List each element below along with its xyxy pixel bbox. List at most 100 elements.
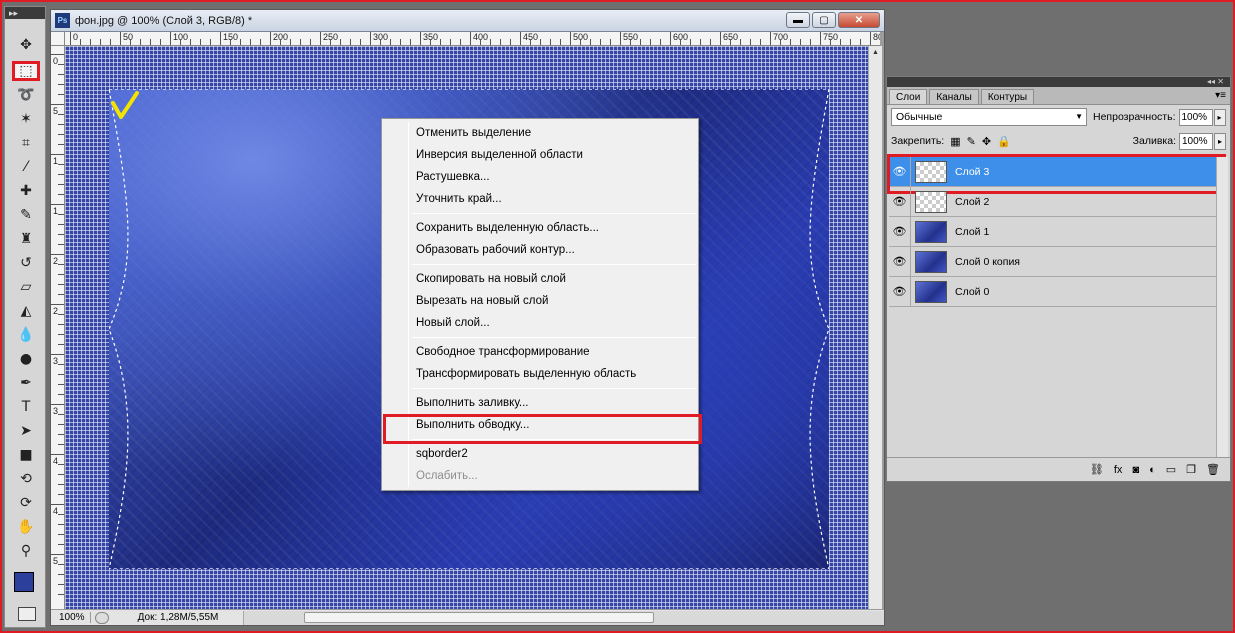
lock-transparency-icon[interactable]: ▦ [950, 135, 960, 148]
menu-item[interactable]: Выполнить заливку... [382, 392, 698, 414]
layers-panel-header[interactable]: ◂◂ ✕ [887, 77, 1230, 87]
layer-name[interactable]: Слой 1 [955, 226, 989, 238]
menu-item[interactable]: Вырезать на новый слой [382, 290, 698, 312]
visibility-eye-icon[interactable]: 👁 [889, 277, 911, 306]
ruler-minor-tick [480, 39, 481, 45]
visibility-eye-icon[interactable]: 👁 [889, 187, 911, 216]
horizontal-ruler[interactable]: 0 50 100 150 200 250 300 350 400 450 500 550 600 650 7… [65, 32, 880, 46]
fill-input[interactable]: 100% [1179, 132, 1213, 150]
menu-item[interactable]: sqborder2 [382, 443, 698, 465]
brush-icon[interactable]: ✎ [12, 205, 40, 225]
eyedropper-icon[interactable]: ⁄ [12, 157, 40, 177]
layer-row[interactable]: 👁 Слой 1 [889, 217, 1217, 247]
vertical-scrollbar[interactable]: ▲ [868, 46, 882, 609]
menu-item[interactable]: Трансформировать выделенную область [382, 363, 698, 385]
ruler-minor-tick [58, 464, 64, 465]
menu-item[interactable]: Инверсия выделенной области [382, 144, 698, 166]
menu-item[interactable]: Уточнить край... [382, 188, 698, 210]
ruler-origin[interactable] [51, 32, 65, 46]
layers-scrollbar[interactable] [1216, 157, 1228, 457]
fx-icon[interactable]: fx [1114, 464, 1123, 476]
zoom-level[interactable]: 100% [51, 612, 91, 623]
menu-item[interactable]: Выполнить обводку... [382, 414, 702, 444]
history-brush-icon[interactable]: ↺ [12, 253, 40, 273]
lock-pixels-icon[interactable]: ✎ [967, 135, 976, 148]
menu-item[interactable]: Сохранить выделенную область... [382, 217, 698, 239]
menu-item[interactable]: Отменить выделение [382, 122, 698, 144]
layer-name[interactable]: Слой 3 [955, 166, 989, 178]
3d-orbit-icon[interactable]: ⟳ [12, 493, 40, 513]
lock-position-icon[interactable]: ✥ [982, 135, 991, 148]
shape-icon[interactable]: ■ [12, 445, 40, 465]
link-icon[interactable]: ⛓ [1090, 463, 1104, 476]
ruler-minor-tick [160, 39, 161, 45]
visibility-eye-icon[interactable]: 👁 [889, 247, 911, 276]
menu-item[interactable]: Свободное трансформирование [382, 341, 698, 363]
tab-2[interactable]: Контуры [980, 89, 1035, 104]
eraser-icon[interactable]: ▱ [12, 277, 40, 297]
opacity-arrow-icon[interactable]: ▸ [1213, 108, 1226, 126]
stamp-icon[interactable]: ♜ [12, 229, 40, 249]
menu-separator [412, 337, 696, 338]
tab-1[interactable]: Каналы [929, 89, 979, 104]
new-layer-icon[interactable]: ❐ [1186, 463, 1196, 476]
tab-0[interactable]: Слои [889, 89, 928, 104]
menu-item[interactable]: Образовать рабочий контур... [382, 239, 698, 261]
visibility-eye-icon[interactable]: 👁 [889, 217, 911, 246]
close-button[interactable]: ✕ [838, 12, 880, 28]
scroll-up-icon[interactable]: ▲ [869, 46, 882, 60]
layer-name[interactable]: Слой 2 [955, 196, 989, 208]
pen-icon[interactable]: ✒ [12, 373, 40, 393]
visibility-eye-icon[interactable]: 👁 [889, 157, 911, 186]
layers-panel-footer: ⛓ fx ◙ ◐ ▭ ❐ 🗑 [887, 457, 1230, 481]
vertical-ruler[interactable]: 05112233445 [51, 46, 65, 609]
minimize-button[interactable]: ▬ [786, 12, 810, 28]
type-icon[interactable]: T [12, 397, 40, 417]
foreground-color-swatch[interactable] [14, 572, 34, 592]
layer-name[interactable]: Слой 0 копия [955, 256, 1020, 268]
quick-mask-button[interactable] [18, 607, 36, 621]
menu-item[interactable]: Скопировать на новый слой [382, 268, 698, 290]
paint-bucket-icon[interactable]: ◭ [12, 301, 40, 321]
group-icon[interactable]: ▭ [1166, 463, 1176, 476]
document-size[interactable]: Док: 1,28M/5,55M [113, 612, 243, 623]
3d-rotate-icon[interactable]: ⟲ [12, 469, 40, 489]
layer-row[interactable]: 👁 Слой 2 [889, 187, 1217, 217]
fill-arrow-icon[interactable]: ▸ [1214, 132, 1226, 150]
adjustment-icon[interactable]: ◐ [1149, 464, 1156, 476]
menu-item[interactable]: Растушевка... [382, 166, 698, 188]
path-select-icon[interactable]: ➤ [12, 421, 40, 441]
document-titlebar[interactable]: Ps фон.jpg @ 100% (Слой 3, RGB/8) * ▬ ▢ … [51, 10, 884, 32]
maximize-button[interactable]: ▢ [812, 12, 836, 28]
mask-icon[interactable]: ◙ [1132, 464, 1139, 476]
layer-name[interactable]: Слой 0 [955, 286, 989, 298]
layer-row[interactable]: 👁 Слой 3 [887, 154, 1226, 194]
horizontal-scrollbar[interactable] [243, 610, 884, 625]
magic-wand-icon[interactable]: ✶ [12, 109, 40, 129]
ruler-minor-tick [58, 514, 64, 515]
lock-all-icon[interactable]: 🔒 [997, 135, 1011, 148]
trash-icon[interactable]: 🗑 [1206, 463, 1220, 476]
menu-item[interactable]: Новый слой... [382, 312, 698, 334]
lasso-icon[interactable]: ➰ [12, 85, 40, 105]
healing-brush-icon[interactable]: ✚ [12, 181, 40, 201]
hand-icon[interactable]: ✋ [12, 517, 40, 537]
rect-marquee-icon[interactable]: ⬚ [12, 61, 40, 81]
horizontal-scroll-thumb[interactable] [304, 611, 654, 623]
ruler-minor-tick [540, 39, 541, 45]
zoom-icon[interactable]: ⚲ [12, 541, 40, 561]
layer-row[interactable]: 👁 Слой 0 [889, 277, 1217, 307]
ruler-tick [670, 32, 671, 45]
move-icon[interactable]: ✥ [12, 35, 40, 55]
layer-row[interactable]: 👁 Слой 0 копия [889, 247, 1217, 277]
opacity-input[interactable]: 100% [1178, 108, 1213, 126]
dodge-icon[interactable]: ● [12, 349, 40, 369]
ruler-minor-tick [760, 39, 761, 45]
status-menu-icon[interactable] [95, 611, 109, 624]
crop-icon[interactable]: ⌗ [12, 133, 40, 153]
ruler-minor-tick [100, 39, 101, 45]
panel-menu-icon[interactable]: ▾≡ [1215, 90, 1226, 101]
blur-icon[interactable]: 💧 [12, 325, 40, 345]
blend-mode-select[interactable]: Обычные [891, 108, 1087, 126]
tools-panel-header[interactable]: ▸▸ [5, 7, 45, 19]
